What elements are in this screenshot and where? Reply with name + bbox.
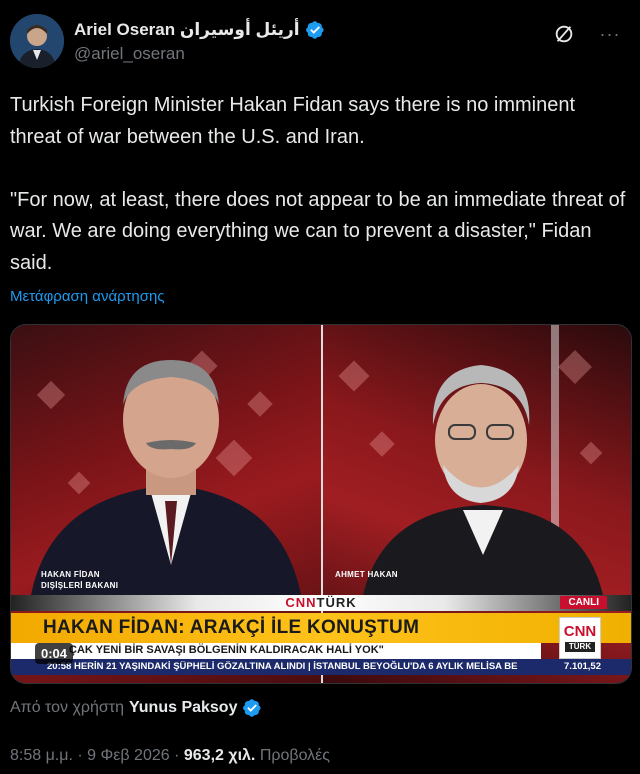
logo-turk: TÜRK: [564, 642, 596, 652]
more-icon[interactable]: ···: [598, 22, 622, 46]
right-nameplate: AHMET HAKAN: [335, 569, 398, 580]
attribution-author[interactable]: Yunus Paksoy: [129, 699, 238, 717]
live-badge: CANLI: [560, 596, 607, 609]
tweet-header: Ariel Oseran أريئل أوسيران @ariel_oseran…: [10, 14, 630, 74]
author-display-name[interactable]: Ariel Oseran أريئل أوسيران: [74, 20, 325, 40]
tweet-text: Turkish Foreign Minister Hakan Fidan say…: [10, 94, 626, 274]
left-title: DIŞİŞLERİ BAKANI: [41, 581, 119, 590]
meta-separator: ·: [77, 747, 83, 764]
author-names: Ariel Oseran أريئل أوسيران @ariel_oseran: [74, 20, 325, 64]
brand-logo: CNNTÜRK: [11, 595, 631, 611]
video-duration-badge: 0:04: [35, 643, 74, 664]
verified-badge-icon: [243, 699, 262, 717]
hakan-fidan-figure-icon: [31, 350, 301, 595]
tweet-meta: 8:58 μ.μ. · 9 Φεβ 2026 · 963,2 χιλ. Προβ…: [10, 747, 330, 765]
ticker-headlines: HERİN 21 YAŞINDAKİ ŞÜPHELİ GÖZALTINA ALI…: [73, 661, 518, 672]
attribution-prefix: Από τον χρήστη: [10, 699, 124, 716]
headline-text: HAKAN FİDAN: ARAKÇİ İLE KONUŞTUM: [43, 617, 420, 638]
more-label: ···: [599, 23, 621, 44]
brand-cnn: CNN: [285, 595, 317, 610]
verified-badge-icon: [305, 21, 324, 39]
translate-post-link[interactable]: Μετάφραση ανάρτησης: [10, 288, 165, 305]
media-attribution: Από τον χρήστη Yunus Paksoy: [10, 698, 262, 718]
tweet-date[interactable]: 9 Φεβ 2026: [87, 747, 169, 764]
right-name: AHMET HAKAN: [335, 570, 398, 579]
logo-cnn: CNN: [563, 623, 597, 640]
views-label: Προβολές: [259, 747, 331, 764]
tweet-time[interactable]: 8:58 μ.μ.: [10, 747, 73, 764]
ahmet-hakan-figure-icon: [338, 325, 603, 595]
brand-turk: TÜRK: [316, 595, 357, 610]
author-handle[interactable]: @ariel_oseran: [74, 44, 325, 64]
person-avatar-icon: [10, 14, 64, 68]
left-name: HAKAN FİDAN: [41, 570, 100, 579]
views-count: 963,2 χιλ.: [183, 747, 256, 764]
display-name-text[interactable]: Ariel Oseran أريئل أوسيران: [74, 20, 300, 40]
ticker-value: 7.101,52: [564, 661, 601, 672]
cnn-turk-logo: CNN TÜRK: [559, 617, 601, 659]
top-actions: ···: [552, 22, 622, 46]
left-nameplate: HAKAN FİDAN DIŞİŞLERİ BAKANI: [41, 569, 118, 591]
meta-separator-2: ·: [174, 747, 180, 764]
subheadline-text: ÇAK YENİ BİR SAVAŞI BÖLGENİN KALDIRACAK …: [69, 644, 384, 656]
grok-icon[interactable]: [552, 22, 576, 46]
ticker-text: 20:58 HERİN 21 YAŞINDAKİ ŞÜPHELİ GÖZALTI…: [47, 661, 518, 672]
avatar[interactable]: [10, 14, 64, 68]
video-player[interactable]: HAKAN FİDAN DIŞİŞLERİ BAKANI AHMET HAKAN: [10, 324, 632, 684]
